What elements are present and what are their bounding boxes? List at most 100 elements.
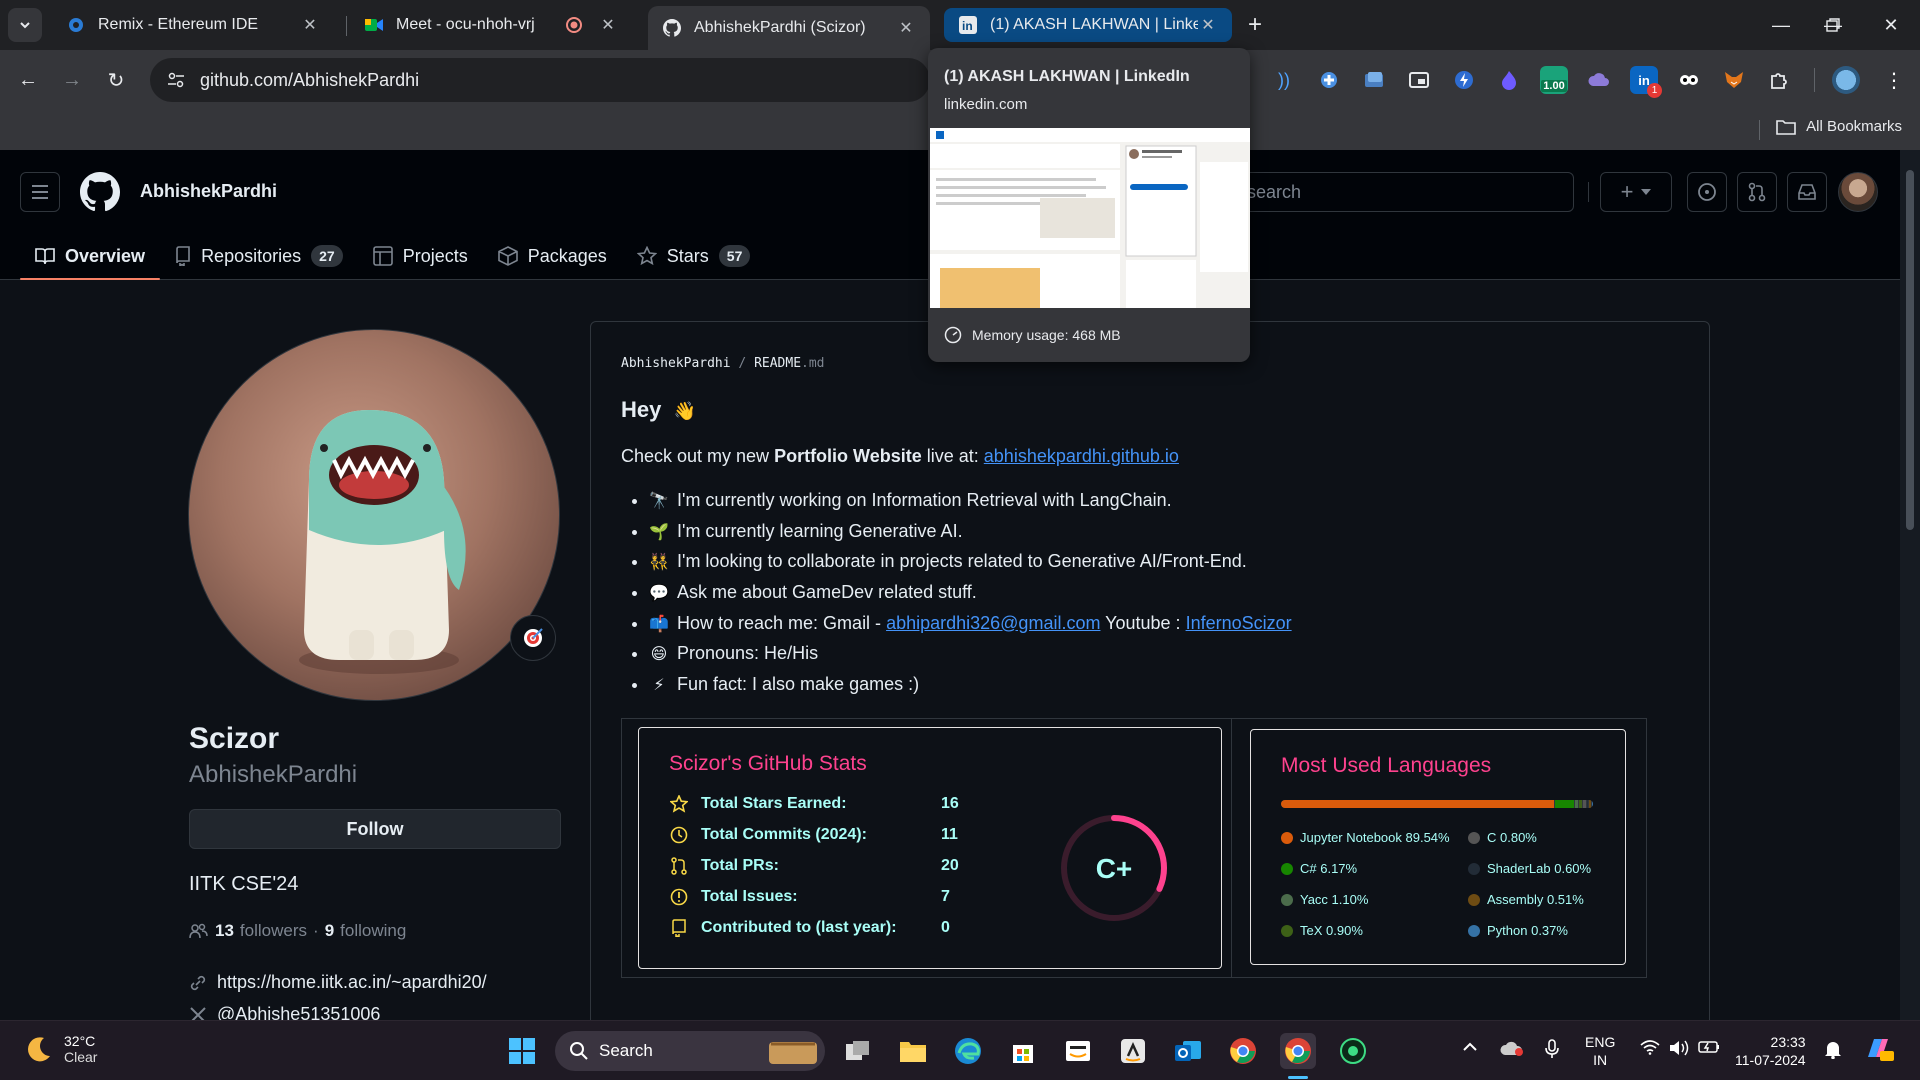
repo-icon <box>176 246 190 266</box>
followers-label[interactable]: followers <box>240 921 307 941</box>
inbox-button[interactable] <box>1787 172 1827 212</box>
tab-linkedin[interactable]: in (1) AKASH LAKHWAN | LinkedIn ✕ <box>944 8 1232 42</box>
show-hidden-icons[interactable] <box>1462 1039 1478 1055</box>
followers-count[interactable]: 13 <box>215 921 234 941</box>
amazon-app-icon[interactable] <box>1115 1033 1151 1069</box>
file-explorer-icon[interactable] <box>895 1033 931 1069</box>
people-icon <box>189 923 208 939</box>
follow-button[interactable]: Follow <box>189 809 561 849</box>
more-menu-icon[interactable]: ⋮ <box>1880 66 1908 94</box>
forward-icon[interactable]: → <box>56 64 88 96</box>
close-icon[interactable]: ✕ <box>1198 15 1218 35</box>
active-app-indicator <box>1288 1076 1308 1079</box>
wifi-icon[interactable] <box>1640 1039 1660 1058</box>
create-new-button[interactable]: + <box>1600 172 1672 212</box>
tab-title: Meet - ocu-nhoh-vrj <box>396 16 535 33</box>
owl-extension-icon[interactable] <box>1675 66 1703 94</box>
microsoft-store-icon[interactable] <box>1005 1033 1041 1069</box>
copilot-icon[interactable] <box>1862 1033 1894 1068</box>
android-studio-icon[interactable] <box>1335 1033 1371 1069</box>
outlook-icon[interactable] <box>1170 1033 1206 1069</box>
lang-bar-segment <box>1281 800 1555 808</box>
status-emoji-button[interactable] <box>510 615 556 661</box>
linkedin-extension-icon[interactable]: in 1 <box>1630 66 1662 98</box>
tab-search-button[interactable] <box>8 8 42 42</box>
profile-avatar[interactable] <box>188 329 560 701</box>
pull-requests-button[interactable] <box>1737 172 1777 212</box>
readme-file[interactable]: README <box>754 356 801 371</box>
address-bar[interactable]: github.com/AbhishekPardhi <box>150 58 930 102</box>
audio-extension-icon[interactable]: )) <box>1270 66 1298 94</box>
close-icon[interactable]: ✕ <box>598 15 618 35</box>
profile-avatar-icon[interactable] <box>1832 66 1860 94</box>
chevron-down-icon <box>20 22 30 29</box>
restore-button[interactable] <box>1810 10 1856 40</box>
taskbar-search[interactable]: Search <box>555 1031 825 1071</box>
notification-bell-icon[interactable] <box>1824 1039 1842 1062</box>
lang-dot <box>1468 831 1480 844</box>
volume-icon[interactable] <box>1668 1039 1690 1060</box>
puzzle-extension-icon[interactable] <box>1315 66 1343 94</box>
edge-icon[interactable] <box>950 1033 986 1069</box>
tab-repositories[interactable]: Repositories 27 <box>160 232 358 280</box>
extensions-puzzle-icon[interactable] <box>1765 66 1793 94</box>
following-label[interactable]: following <box>340 921 406 941</box>
lightning-extension-icon[interactable] <box>1450 66 1478 94</box>
tab-meet[interactable]: Meet - ocu-nhoh-vrj ✕ <box>350 6 632 44</box>
onedrive-icon[interactable] <box>1500 1039 1524 1060</box>
windows-start-icon[interactable] <box>504 1033 540 1069</box>
lang-item: TeX 0.90% <box>1281 923 1363 938</box>
task-view-icon[interactable] <box>840 1033 876 1069</box>
system-clock[interactable]: 23:33 11-07-2024 <box>1735 1033 1806 1069</box>
microphone-icon[interactable] <box>1544 1039 1560 1062</box>
amazon-icon[interactable] <box>1060 1033 1096 1069</box>
website-url[interactable]: https://home.iitk.ac.in/~apardhi20/ <box>217 972 487 993</box>
metamask-fox-icon[interactable] <box>1720 66 1748 94</box>
following-count[interactable]: 9 <box>325 921 334 941</box>
header-username[interactable]: AbhishekPardhi <box>140 181 277 202</box>
issues-button[interactable] <box>1687 172 1727 212</box>
chrome-icon[interactable] <box>1225 1033 1261 1069</box>
minimize-button[interactable]: — <box>1758 10 1804 40</box>
lang-dot <box>1468 862 1480 875</box>
stats-title: Scizor's GitHub Stats <box>669 752 867 775</box>
back-icon[interactable]: ← <box>12 64 44 96</box>
cloud-extension-icon[interactable] <box>1585 66 1613 94</box>
chrome-active-icon[interactable] <box>1280 1033 1316 1069</box>
tab-packages[interactable]: Packages <box>483 232 622 280</box>
portfolio-link[interactable]: abhishekpardhi.github.io <box>984 446 1179 466</box>
github-stats-card[interactable]: Scizor's GitHub Stats Total Stars Earned… <box>638 727 1222 969</box>
github-search-input[interactable]: search <box>1240 172 1574 212</box>
languages-card[interactable]: Most Used Languages Jupyter Notebook 89.… <box>1250 729 1626 965</box>
user-avatar[interactable] <box>1838 172 1878 212</box>
window-extension-icon[interactable] <box>1360 66 1388 94</box>
page-scrollbar[interactable] <box>1900 150 1920 1020</box>
youtube-link[interactable]: InfernoScizor <box>1186 613 1292 633</box>
github-logo-icon[interactable] <box>80 172 120 212</box>
tab-projects[interactable]: Projects <box>358 232 483 280</box>
new-tab-button[interactable]: + <box>1240 10 1270 40</box>
extension-badge: 1.00 <box>1541 80 1567 92</box>
issue-opened-icon <box>1698 183 1716 201</box>
reload-icon[interactable]: ↻ <box>100 64 132 96</box>
pip-extension-icon[interactable] <box>1405 66 1433 94</box>
website-link[interactable]: https://home.iitk.ac.in/~apardhi20/ <box>189 972 487 993</box>
badge-extension-icon[interactable]: 1.00 <box>1540 66 1568 94</box>
close-window-button[interactable]: ✕ <box>1868 10 1914 40</box>
scrollbar-thumb[interactable] <box>1906 170 1914 530</box>
battery-icon[interactable] <box>1698 1039 1720 1058</box>
tab-stars[interactable]: Stars 57 <box>622 232 766 280</box>
hamburger-menu-button[interactable] <box>20 172 60 212</box>
site-info-icon[interactable] <box>156 72 196 88</box>
language-indicator[interactable]: ENG IN <box>1585 1033 1615 1069</box>
tab-overview[interactable]: Overview <box>20 232 161 280</box>
readme-owner[interactable]: AbhishekPardhi <box>621 356 731 371</box>
gmail-link[interactable]: abhipardhi326@gmail.com <box>886 613 1100 633</box>
close-icon[interactable]: ✕ <box>896 18 916 38</box>
close-icon[interactable]: ✕ <box>300 15 320 35</box>
tab-remix[interactable]: Remix - Ethereum IDE ✕ <box>52 6 334 44</box>
flame-extension-icon[interactable] <box>1495 66 1523 94</box>
all-bookmarks-button[interactable]: All Bookmarks <box>1776 118 1902 135</box>
tab-github[interactable]: AbhishekPardhi (Scizor) ✕ <box>648 6 930 50</box>
weather-widget[interactable]: 32°C Clear <box>24 1033 97 1065</box>
